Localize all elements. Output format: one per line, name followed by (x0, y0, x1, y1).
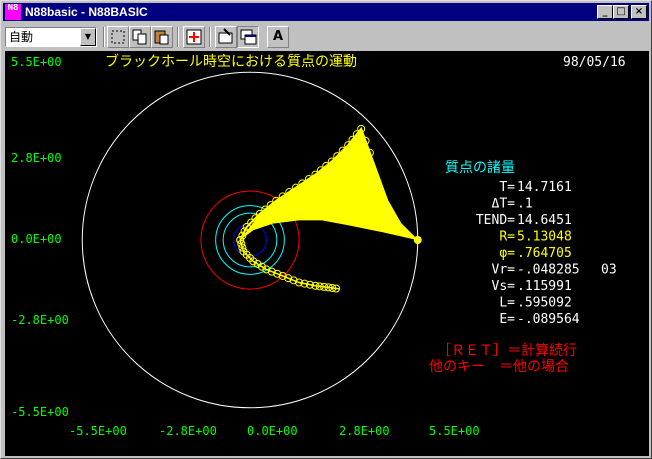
quantity-value: -.048285 (517, 263, 580, 278)
current-position-marker (413, 236, 422, 244)
basic-screen[interactable]: ブラックホール時空における質点の運動 98/05/16 5.5E+00 2.8E+… (5, 51, 649, 456)
quantity-value: .115991 (517, 279, 572, 294)
mode-select[interactable]: 自動 ▼ (5, 27, 97, 47)
chevron-down-icon[interactable]: ▼ (80, 28, 96, 46)
prompt-continue: ［ＲＥＴ］＝計算続行 (437, 342, 577, 359)
toolbar-separator (103, 27, 105, 47)
select-icon (111, 30, 125, 44)
close-button[interactable]: × (631, 5, 647, 19)
x-tick-label: 2.8E+00 (339, 424, 390, 438)
x-tick-label: 5.5E+00 (429, 424, 480, 438)
properties-icon (218, 28, 233, 44)
title-bar[interactable]: N8 N88basic - N88BASIC _ □ × (3, 3, 649, 21)
window-title: N88basic - N88BASIC (25, 5, 148, 19)
screen-date: 98/05/16 (563, 55, 626, 70)
prompt-other: 他のキー ＝他の場合 (429, 359, 569, 375)
screen-title: ブラックホール時空における質点の運動 (105, 53, 357, 70)
properties-button[interactable] (215, 26, 237, 48)
quantity-value: 5.13048 (517, 230, 572, 245)
quantity-value: 14.6451 (517, 213, 572, 228)
boundary-circle (81, 71, 419, 409)
toolbar: 自動 ▼ A (3, 23, 649, 49)
y-tick-label: 0.0E+00 (11, 232, 62, 246)
y-tick-label: -5.5E+00 (11, 405, 69, 419)
orbit-swept-region (240, 128, 417, 240)
orbit-plot: ブラックホール時空における質点の運動 98/05/16 5.5E+00 2.8E+… (11, 53, 626, 438)
y-tick-label: 2.8E+00 (11, 151, 62, 165)
paste-icon (154, 30, 169, 45)
quantity-value: -.089564 (517, 312, 580, 327)
move-icon (186, 29, 202, 45)
quantity-label: R= (499, 230, 515, 245)
maximize-button[interactable]: □ (613, 5, 629, 19)
minimize-button[interactable]: _ (597, 5, 613, 19)
toolbar-separator (177, 27, 179, 47)
quantity-value: .764705 (517, 246, 572, 261)
quantity-extra: 03 (601, 263, 617, 278)
zoom-button[interactable] (183, 26, 205, 48)
panel-heading: 質点の諸量 (445, 160, 515, 176)
x-tick-label: -2.8E+00 (159, 424, 217, 438)
copy-button[interactable] (129, 26, 151, 48)
paste-button[interactable] (151, 26, 173, 48)
mode-select-value: 自動 (9, 30, 34, 44)
x-tick-label: 0.0E+00 (247, 424, 298, 438)
app-icon[interactable]: N8 (5, 4, 21, 20)
quantity-value: 14.7161 (517, 180, 572, 195)
toolbar-separator (209, 27, 211, 47)
y-tick-label: 5.5E+00 (11, 55, 62, 69)
font-button[interactable]: A (267, 26, 289, 48)
quantity-value: .1 (517, 197, 533, 212)
x-tick-label: -5.5E+00 (69, 424, 127, 438)
quantity-value: .595092 (517, 296, 572, 311)
quantity-label: Vs= (492, 279, 516, 294)
app-window: N8 N88basic - N88BASIC _ □ × 自動 ▼ A ブラック… (0, 0, 652, 459)
quantity-label: Vr= (492, 263, 516, 278)
quantity-label: TEND= (476, 213, 515, 228)
quantity-label: L= (499, 296, 515, 311)
select-button[interactable] (107, 26, 129, 48)
quantity-label: E= (499, 312, 515, 327)
quantity-label: φ= (499, 246, 515, 261)
y-tick-label: -2.8E+00 (11, 313, 69, 327)
window-mode-button[interactable] (237, 26, 259, 48)
window-icon (240, 29, 257, 45)
quantity-label: T= (499, 180, 515, 195)
quantities-panel: T= 14.7161ΔT= .1TEND= 14.6451R= 5.13048φ= .76… (476, 180, 617, 327)
copy-icon (132, 29, 147, 45)
quantity-label: ΔT= (492, 197, 516, 212)
